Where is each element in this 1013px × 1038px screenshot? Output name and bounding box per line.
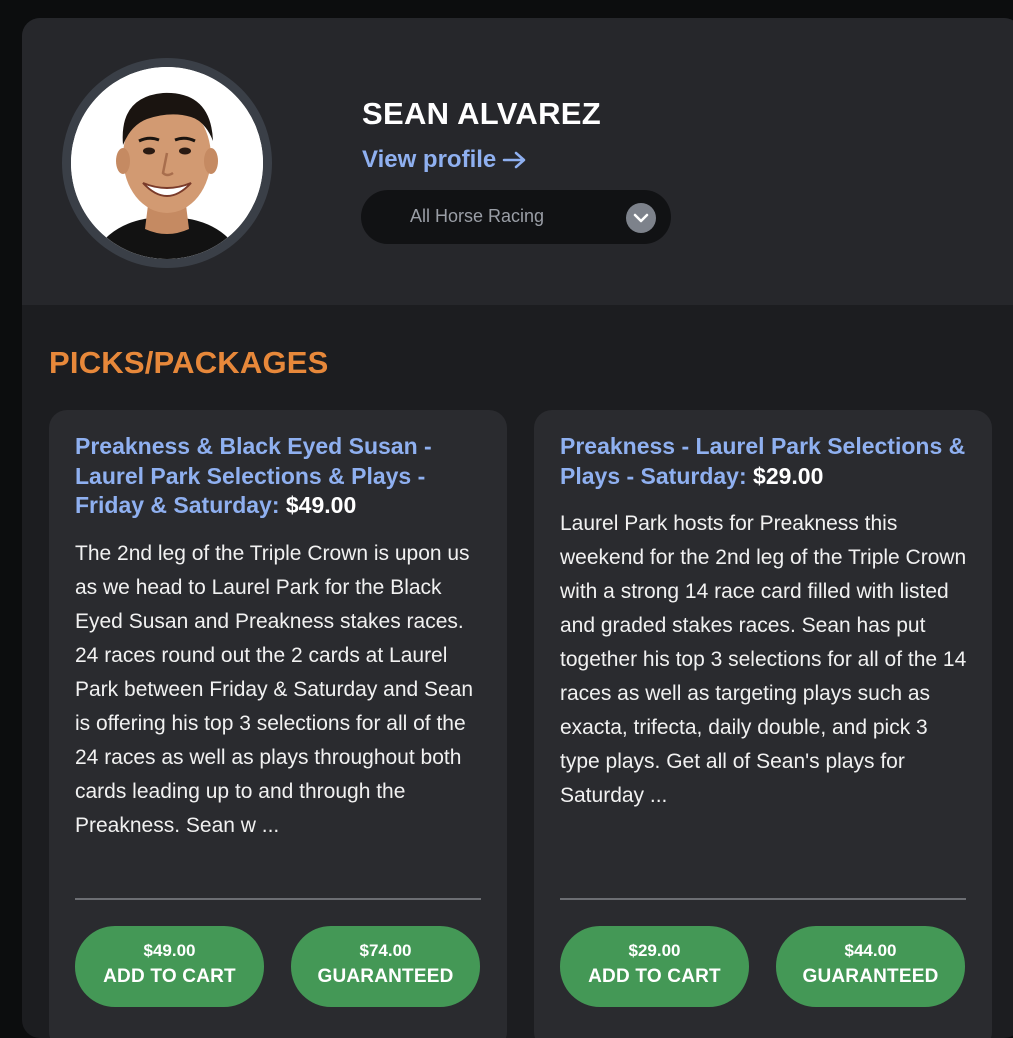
button-label: ADD TO CART bbox=[103, 966, 236, 987]
add-to-cart-button[interactable]: $49.00 ADD TO CART bbox=[75, 926, 264, 1007]
button-label: GUARANTEED bbox=[317, 966, 454, 987]
profile-header: SEAN ALVAREZ View profile All Horse Raci… bbox=[22, 18, 1013, 305]
button-price: $44.00 bbox=[844, 941, 897, 960]
sport-filter-dropdown[interactable]: All Horse Racing bbox=[361, 190, 671, 244]
guaranteed-button[interactable]: $74.00 GUARANTEED bbox=[291, 926, 480, 1007]
divider bbox=[75, 898, 481, 900]
arrow-right-icon bbox=[503, 151, 526, 169]
chevron-down-icon bbox=[626, 203, 656, 233]
button-label: ADD TO CART bbox=[588, 966, 721, 987]
package-price: $49.00 bbox=[285, 492, 357, 518]
divider bbox=[560, 898, 966, 900]
button-price: $29.00 bbox=[628, 941, 681, 960]
package-title[interactable]: Preakness - Laurel Park Selections & Pla… bbox=[560, 432, 968, 491]
package-title-text: Preakness & Black Eyed Susan - Laurel Pa… bbox=[75, 433, 432, 518]
expert-name: SEAN ALVAREZ bbox=[362, 96, 601, 131]
sport-filter-value: All Horse Racing bbox=[410, 206, 545, 226]
avatar-ring bbox=[62, 58, 272, 268]
avatar[interactable] bbox=[71, 67, 263, 259]
view-profile-label: View profile bbox=[362, 146, 497, 173]
add-to-cart-button[interactable]: $29.00 ADD TO CART bbox=[560, 926, 749, 1007]
section-title: PICKS/PACKAGES bbox=[49, 345, 329, 380]
package-price: $29.00 bbox=[753, 462, 824, 489]
package-description: The 2nd leg of the Triple Crown is upon … bbox=[75, 541, 474, 837]
button-price: $49.00 bbox=[143, 941, 196, 960]
button-price: $74.00 bbox=[359, 941, 412, 960]
card-content: Preakness - Laurel Park Selections & Pla… bbox=[560, 432, 968, 813]
button-label: GUARANTEED bbox=[802, 966, 939, 987]
guaranteed-button[interactable]: $44.00 GUARANTEED bbox=[776, 926, 965, 1007]
package-card: Preakness - Laurel Park Selections & Pla… bbox=[534, 410, 992, 1038]
package-card: Preakness & Black Eyed Susan - Laurel Pa… bbox=[49, 410, 507, 1038]
view-profile-link[interactable]: View profile bbox=[362, 146, 528, 174]
card-content: Preakness & Black Eyed Susan - Laurel Pa… bbox=[75, 432, 483, 843]
package-description: Laurel Park hosts for Preakness this wee… bbox=[560, 512, 967, 807]
package-title[interactable]: Preakness & Black Eyed Susan - Laurel Pa… bbox=[75, 432, 483, 521]
avatar-photo bbox=[71, 67, 263, 259]
expert-panel: SEAN ALVAREZ View profile All Horse Raci… bbox=[22, 18, 1013, 1038]
